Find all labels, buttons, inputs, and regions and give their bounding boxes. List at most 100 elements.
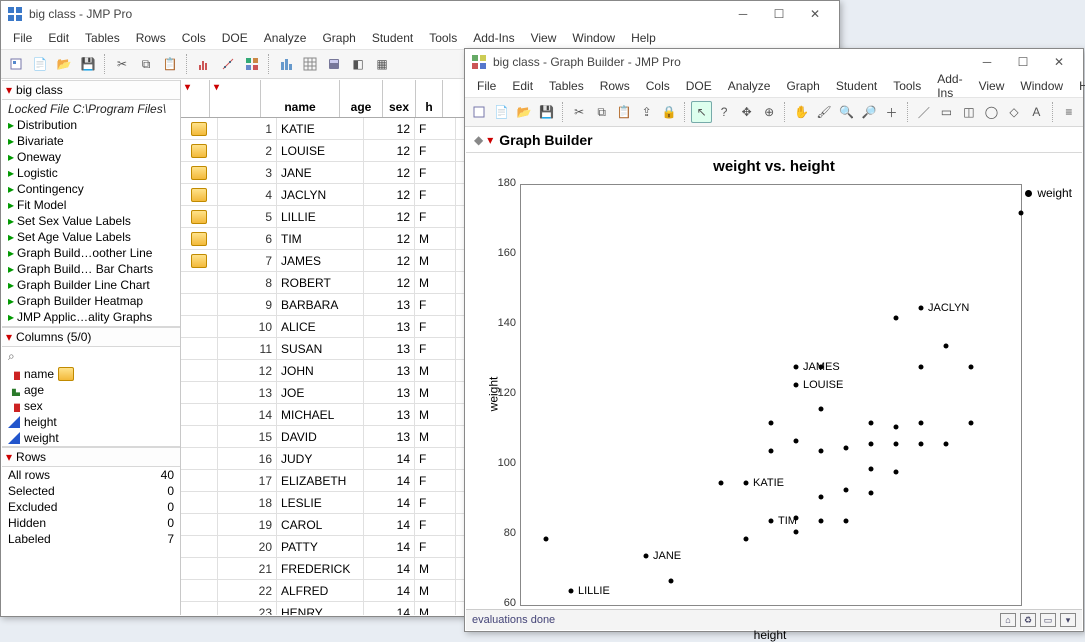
region-button[interactable]: ◧ xyxy=(347,53,369,75)
data-point[interactable] xyxy=(744,536,749,541)
minimize-button[interactable]: ─ xyxy=(725,1,761,27)
help-tool[interactable]: ? xyxy=(714,101,735,123)
data-point[interactable] xyxy=(644,554,649,559)
data-point[interactable] xyxy=(819,365,824,370)
copy-button[interactable]: ⧉ xyxy=(135,53,157,75)
column-item[interactable]: weight xyxy=(2,430,180,446)
menu-student[interactable]: Student xyxy=(828,77,885,95)
menu-button[interactable]: ≡ xyxy=(1059,101,1080,123)
script-item[interactable]: ▸Distribution xyxy=(2,117,180,133)
maximize-button[interactable]: ☐ xyxy=(1005,49,1041,75)
open-button[interactable]: 📂 xyxy=(514,101,535,123)
save-button[interactable]: 💾 xyxy=(77,53,99,75)
close-button[interactable]: ✕ xyxy=(797,1,833,27)
script-item[interactable]: ▸Oneway xyxy=(2,149,180,165)
new-button[interactable]: 📄 xyxy=(29,53,51,75)
table-panel-header[interactable]: ▾ big class xyxy=(2,80,180,100)
menu-rows[interactable]: Rows xyxy=(128,29,174,47)
data-point[interactable] xyxy=(1019,211,1024,216)
script-item[interactable]: ▸Set Sex Value Labels xyxy=(2,213,180,229)
data-point[interactable] xyxy=(919,442,924,447)
dist-button[interactable] xyxy=(193,53,215,75)
status-home-icon[interactable]: ⌂ xyxy=(1000,613,1016,627)
menu-doe[interactable]: DOE xyxy=(678,77,720,95)
script-item[interactable]: ▸JMP Applic…ality Graphs xyxy=(2,309,180,325)
column-item[interactable]: height xyxy=(2,414,180,430)
data-point[interactable] xyxy=(669,578,674,583)
script-item[interactable]: ▸Fit Model xyxy=(2,197,180,213)
crosshair-tool[interactable]: ⊕ xyxy=(759,101,780,123)
data-point[interactable] xyxy=(869,442,874,447)
script-item[interactable]: ▸Graph Build…oother Line xyxy=(2,245,180,261)
open-button[interactable]: 📂 xyxy=(53,53,75,75)
data-point[interactable] xyxy=(794,382,799,387)
copy-button[interactable]: ⧉ xyxy=(591,101,612,123)
menu-cols[interactable]: Cols xyxy=(174,29,214,47)
script-item[interactable]: ▸Logistic xyxy=(2,165,180,181)
chart-area[interactable]: weight vs. height weight KATIELOUISEJANE… xyxy=(466,156,1082,612)
rect-tool[interactable]: ▭ xyxy=(936,101,957,123)
data-point[interactable] xyxy=(944,442,949,447)
menu-edit[interactable]: Edit xyxy=(40,29,77,47)
menu-add-ins[interactable]: Add-Ins xyxy=(465,29,522,47)
data-point[interactable] xyxy=(819,449,824,454)
export-button[interactable]: ⇪ xyxy=(636,101,657,123)
script-item[interactable]: ▸Contingency xyxy=(2,181,180,197)
menu-cols[interactable]: Cols xyxy=(638,77,678,95)
data-point[interactable] xyxy=(794,365,799,370)
titlebar[interactable]: big class - Graph Builder - JMP Pro ─ ☐ … xyxy=(465,49,1083,75)
row-stat[interactable]: All rows40 xyxy=(2,467,180,483)
corner-cell[interactable]: ▾ xyxy=(181,80,210,117)
menu-doe[interactable]: DOE xyxy=(214,29,256,47)
columns-header[interactable]: ▾ Columns (5/0) xyxy=(2,327,180,347)
save-button[interactable]: 💾 xyxy=(537,101,558,123)
data-point[interactable] xyxy=(844,519,849,524)
data-point[interactable] xyxy=(894,470,899,475)
menu-rows[interactable]: Rows xyxy=(592,77,638,95)
data-point[interactable] xyxy=(544,536,549,541)
col-header-h[interactable]: h xyxy=(416,80,443,117)
new-button[interactable]: 📄 xyxy=(492,101,513,123)
disclosure-icon[interactable]: ▾ xyxy=(6,330,12,344)
menu-file[interactable]: File xyxy=(469,77,504,95)
poly-tool[interactable]: ◇ xyxy=(1004,101,1025,123)
menu-student[interactable]: Student xyxy=(364,29,421,47)
data-point[interactable] xyxy=(794,515,799,520)
paste-button[interactable]: 📋 xyxy=(614,101,635,123)
data-point[interactable] xyxy=(569,589,574,594)
disclosure-icon[interactable]: ▾ xyxy=(6,83,12,97)
zoom-tool[interactable]: 🔍 xyxy=(836,101,857,123)
menu-tables[interactable]: Tables xyxy=(541,77,592,95)
col-header-name[interactable]: name xyxy=(261,80,340,117)
script-item[interactable]: ▸Bivariate xyxy=(2,133,180,149)
search-icon[interactable]: ⌕ xyxy=(2,347,180,366)
data-point[interactable] xyxy=(719,480,724,485)
legend[interactable]: weight xyxy=(1025,186,1072,200)
data-point[interactable] xyxy=(869,466,874,471)
titlebar[interactable]: big class - JMP Pro ─ ☐ ✕ xyxy=(1,1,839,27)
menu-help[interactable]: Help xyxy=(623,29,664,47)
menu-tables[interactable]: Tables xyxy=(77,29,128,47)
histogram-button[interactable] xyxy=(275,53,297,75)
menu-edit[interactable]: Edit xyxy=(504,77,541,95)
add-tool[interactable]: ＋ xyxy=(881,101,902,123)
data-point[interactable] xyxy=(894,442,899,447)
data-point[interactable] xyxy=(919,365,924,370)
menu-graph[interactable]: Graph xyxy=(778,77,827,95)
row-stat[interactable]: Excluded0 xyxy=(2,499,180,515)
zoom-out-tool[interactable]: 🔎 xyxy=(859,101,880,123)
data-point[interactable] xyxy=(744,480,749,485)
graph-button[interactable] xyxy=(241,53,263,75)
disclose-diamond-icon[interactable]: ◆ xyxy=(474,133,483,147)
menu-graph[interactable]: Graph xyxy=(314,29,363,47)
script-item[interactable]: ▸Graph Builder Line Chart xyxy=(2,277,180,293)
row-stat[interactable]: Hidden0 xyxy=(2,515,180,531)
col-header-age[interactable]: age xyxy=(340,80,383,117)
column-item[interactable]: sex xyxy=(2,398,180,414)
col-header-sex[interactable]: sex xyxy=(383,80,416,117)
menu-window[interactable]: Window xyxy=(1012,77,1071,95)
hand-tool[interactable]: ✋ xyxy=(791,101,812,123)
data-point[interactable] xyxy=(919,305,924,310)
text-tool[interactable]: A xyxy=(1026,101,1047,123)
menu-analyze[interactable]: Analyze xyxy=(256,29,315,47)
